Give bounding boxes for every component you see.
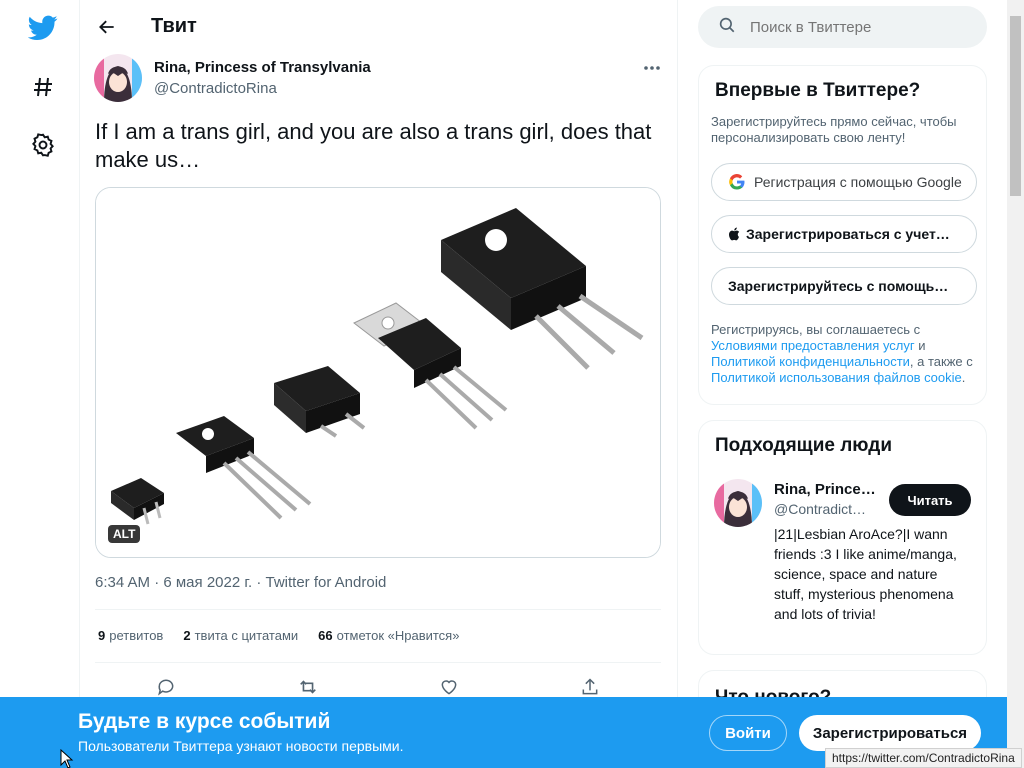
banner-subtitle: Пользователи Твиттера узнают новости пер… [78,738,404,754]
tweet-timestamp[interactable]: 6:34 AM · 6 мая 2022 г. · Twitter for An… [95,574,386,591]
banner-title: Будьте в курсе событий [78,710,331,733]
author-name[interactable]: Rina, Princess of Transylvania [154,59,371,76]
mouse-cursor-icon [60,748,74,768]
apple-signup-button[interactable]: Зарегистрироваться с учет… [711,215,977,253]
google-signup-button[interactable]: Регистрация с помощью Google [711,163,977,201]
sidebar-right: Впервые в Твиттере? Зарегистрируйтесь пр… [678,0,1024,768]
suggested-user-name[interactable]: Rina, Prince… [774,481,876,498]
alt-badge[interactable]: ALT [108,525,141,543]
google-signup-label: Регистрация с помощью Google [754,174,962,190]
follow-button[interactable]: Читать [889,484,971,516]
like-icon[interactable] [437,676,461,698]
other-signup-button[interactable]: Зарегистрируйтесь с помощь… [711,267,977,305]
signup-button[interactable]: Зарегистрироваться [799,715,981,751]
twitter-logo-icon[interactable] [20,5,66,51]
settings-icon[interactable] [20,122,66,168]
reply-icon[interactable] [154,676,178,698]
scrollbar-thumb[interactable] [1010,16,1021,196]
page-title: Твит [151,15,197,37]
divider [95,609,661,610]
suggested-user-handle[interactable]: @Contradict… [774,501,866,517]
terms-text: Регистрируясь, вы соглашаетесь с Условия… [711,322,973,385]
more-options-icon[interactable] [640,58,664,78]
share-icon[interactable] [578,676,602,698]
signup-card-title: Впервые в Твиттере? [715,80,921,101]
signup-card: Впервые в Твиттере? Зарегистрируйтесь пр… [698,65,987,405]
retweets-stat[interactable]: 9 ретвитов [98,628,163,643]
quotes-stat[interactable]: 2 твита с цитатами [183,628,298,643]
tweet-image[interactable]: ALT [95,187,661,558]
suggested-user-avatar[interactable] [714,479,762,527]
divider [95,662,661,663]
apple-icon [728,227,740,241]
author-handle[interactable]: @ContradictoRina [154,80,277,97]
tweet-column: Твит Rina, Princess of Transylvania @Con… [80,0,678,768]
terms-of-service-link[interactable]: Условиями предоставления услуг [711,338,915,353]
cookie-policy-link[interactable]: Политикой использования файлов cookie [711,370,962,385]
signup-card-desc: Зарегистрируйтесь прямо сейчас, чтобы пе… [711,114,957,145]
apple-signup-label: Зарегистрироваться с учет… [746,226,950,242]
scrollbar[interactable] [1007,0,1024,768]
search-box[interactable] [698,6,987,48]
other-signup-label: Зарегистрируйтесь с помощь… [728,278,949,294]
status-bar-url: https://twitter.com/ContradictoRina [825,748,1022,768]
search-icon [718,16,736,39]
search-input[interactable] [750,18,970,36]
retweet-icon[interactable] [296,676,320,698]
tweet-text: If I am a trans girl, and you are also a… [95,119,652,172]
likes-stat[interactable]: 66 отметок «Нравится» [318,628,459,643]
hashtag-icon[interactable] [20,64,66,110]
privacy-policy-link[interactable]: Политикой конфиденциальности [711,354,910,369]
avatar[interactable] [94,54,142,102]
login-button[interactable]: Войти [709,715,787,751]
back-arrow-icon[interactable] [92,12,122,42]
who-to-follow-title: Подходящие люди [715,435,893,456]
suggested-user-bio: |21|Lesbian AroAce?|I wann friends :3 I … [774,526,957,622]
left-nav [0,0,80,768]
google-icon [728,173,746,191]
tweet-stats: 9 ретвитов 2 твита с цитатами 66 отметок «Н… [98,628,459,643]
